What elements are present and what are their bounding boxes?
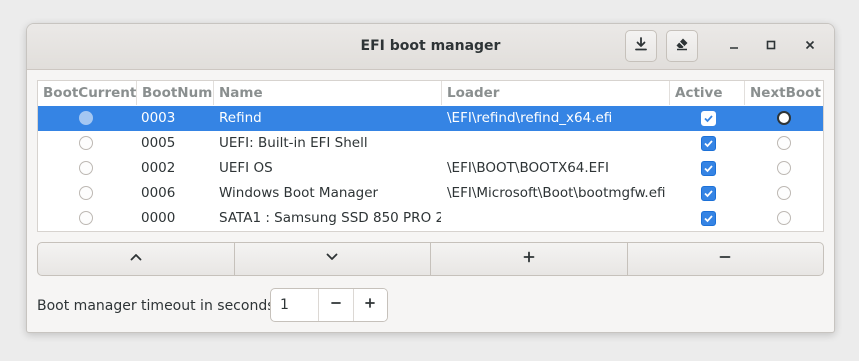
nextboot-radio[interactable] bbox=[777, 211, 791, 225]
bootcurrent-radio bbox=[79, 211, 93, 225]
app-window: EFI boot manager BootCurrent BootNum Nam… bbox=[26, 23, 835, 333]
plus-icon bbox=[364, 297, 376, 313]
chevron-up-icon bbox=[129, 250, 143, 268]
loader-cell: \EFI\BOOT\BOOTX64.EFI bbox=[447, 160, 609, 176]
bootcurrent-radio bbox=[79, 161, 93, 175]
maximize-icon bbox=[766, 38, 776, 54]
remove-entry-button[interactable] bbox=[628, 243, 824, 275]
timeout-value-input[interactable]: 1 bbox=[271, 289, 318, 321]
minus-icon bbox=[330, 297, 342, 313]
name-cell: UEFI: Built-in EFI Shell bbox=[219, 135, 368, 151]
column-header-loader[interactable]: Loader bbox=[442, 81, 670, 105]
column-header-name[interactable]: Name bbox=[214, 81, 442, 105]
loader-cell: \EFI\Microsoft\Boot\bootmgfw.efi bbox=[447, 185, 666, 201]
bootcurrent-radio bbox=[79, 186, 93, 200]
bootnum-cell: 0002 bbox=[141, 160, 176, 176]
timeout-decrement-button[interactable] bbox=[318, 289, 353, 321]
bootnum-cell: 0003 bbox=[141, 110, 176, 126]
timeout-spinbutton[interactable]: 1 bbox=[270, 288, 388, 322]
check-icon bbox=[704, 165, 713, 173]
name-cell: UEFI OS bbox=[219, 160, 273, 176]
minimize-icon bbox=[729, 38, 739, 54]
chevron-down-icon bbox=[325, 250, 339, 268]
loader-cell bbox=[447, 131, 669, 156]
minus-icon bbox=[718, 250, 732, 268]
name-cell: Windows Boot Manager bbox=[219, 185, 379, 201]
table-header: BootCurrent BootNum Name Loader Active N… bbox=[38, 81, 823, 105]
active-checkbox[interactable] bbox=[701, 211, 716, 226]
boot-entries-table: BootCurrent BootNum Name Loader Active N… bbox=[37, 80, 824, 232]
active-checkbox[interactable] bbox=[701, 161, 716, 176]
table-row[interactable]: 0005 UEFI: Built-in EFI Shell bbox=[38, 131, 823, 156]
check-icon bbox=[704, 190, 713, 198]
active-checkbox[interactable] bbox=[701, 111, 716, 126]
add-entry-button[interactable] bbox=[431, 243, 628, 275]
bootcurrent-radio bbox=[79, 136, 93, 150]
header-bar: EFI boot manager bbox=[27, 24, 834, 70]
close-button[interactable] bbox=[800, 36, 820, 56]
column-header-nextboot[interactable]: NextBoot bbox=[745, 81, 823, 105]
loader-cell: \EFI\refind\refind_x64.efi bbox=[447, 110, 613, 126]
timeout-label: Boot manager timeout in seconds: bbox=[37, 298, 280, 314]
bootnum-cell: 0006 bbox=[141, 185, 176, 201]
close-icon bbox=[805, 38, 815, 54]
nextboot-radio[interactable] bbox=[777, 136, 791, 150]
name-cell: SATA1 : Samsung SSD 850 PRO 25 bbox=[219, 210, 441, 226]
name-cell: Refind bbox=[219, 110, 262, 126]
move-down-button[interactable] bbox=[235, 243, 431, 275]
loader-cell bbox=[447, 206, 669, 231]
column-header-bootnum[interactable]: BootNum bbox=[137, 81, 214, 105]
active-checkbox[interactable] bbox=[701, 186, 716, 201]
bootcurrent-radio bbox=[79, 111, 93, 125]
check-icon bbox=[704, 215, 713, 223]
window-title: EFI boot manager bbox=[360, 38, 501, 54]
active-checkbox[interactable] bbox=[701, 136, 716, 151]
table-row[interactable]: 0006 Windows Boot Manager \EFI\Microsoft… bbox=[38, 181, 823, 206]
timeout-increment-button[interactable] bbox=[352, 289, 387, 321]
check-icon bbox=[704, 115, 713, 123]
check-icon bbox=[704, 140, 713, 148]
table-row[interactable]: 0002 UEFI OS \EFI\BOOT\BOOTX64.EFI bbox=[38, 156, 823, 181]
column-header-active[interactable]: Active bbox=[670, 81, 745, 105]
nextboot-radio[interactable] bbox=[777, 161, 791, 175]
nextboot-radio[interactable] bbox=[777, 111, 791, 125]
nextboot-radio[interactable] bbox=[777, 186, 791, 200]
plus-icon bbox=[522, 250, 536, 268]
move-up-button[interactable] bbox=[38, 243, 235, 275]
table-row[interactable]: 0003 Refind \EFI\refind\refind_x64.efi bbox=[38, 106, 823, 131]
bootnum-cell: 0000 bbox=[141, 210, 176, 226]
bootnum-cell: 0005 bbox=[141, 135, 176, 151]
entry-actions-bar bbox=[37, 242, 824, 276]
table-row[interactable]: 0000 SATA1 : Samsung SSD 850 PRO 25 bbox=[38, 206, 823, 231]
maximize-button[interactable] bbox=[761, 36, 781, 56]
column-header-bootcurrent[interactable]: BootCurrent bbox=[38, 81, 137, 105]
minimize-button[interactable] bbox=[724, 36, 744, 56]
